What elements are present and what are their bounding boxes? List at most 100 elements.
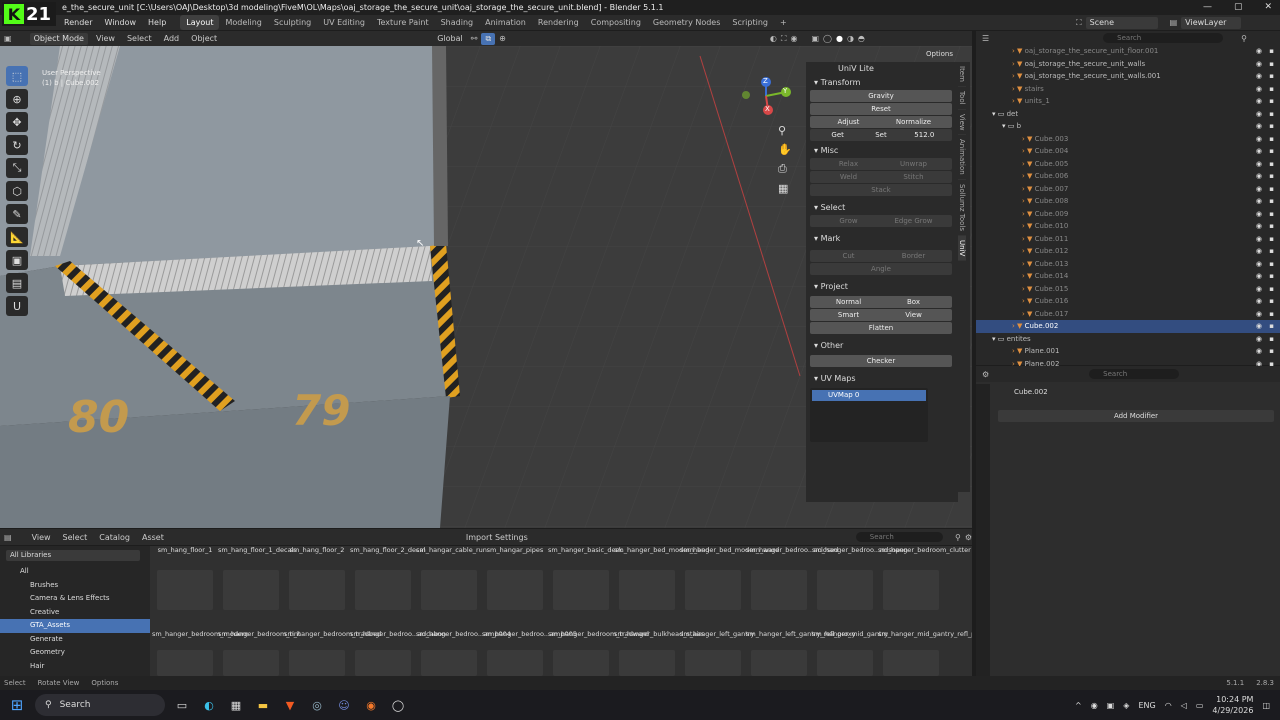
asset-name[interactable]: sm_hanger_bedroo...amp005 xyxy=(482,630,577,638)
render-camera-icon[interactable]: ▪ xyxy=(1269,308,1274,321)
asset-thumbnail[interactable] xyxy=(817,650,873,676)
view-layer-icon[interactable]: ▤ xyxy=(1170,18,1178,27)
outliner-row[interactable]: › ▼ Cube.012 ◉ ▪ xyxy=(976,245,1280,258)
asset-thumbnail[interactable] xyxy=(157,650,213,676)
asset-menu-view[interactable]: View xyxy=(28,533,55,542)
visibility-eye-icon[interactable]: ◉ xyxy=(1256,158,1262,171)
visibility-eye-icon[interactable]: ◉ xyxy=(1256,245,1262,258)
catalog-camera-lens[interactable]: Camera & Lens Effects xyxy=(0,592,150,606)
store-icon[interactable]: ▦ xyxy=(226,695,246,715)
scale-icon[interactable]: ⤡ xyxy=(6,158,28,178)
visibility-eye-icon[interactable]: ◉ xyxy=(1256,70,1262,83)
outliner-row[interactable]: › ▼ stairs ◉ ▪ xyxy=(976,83,1280,96)
grow-button[interactable]: Grow xyxy=(816,217,881,225)
render-camera-icon[interactable]: ▪ xyxy=(1269,45,1274,58)
battery-icon[interactable]: ▭ xyxy=(1196,701,1204,710)
visibility-eye-icon[interactable]: ◉ xyxy=(1256,83,1262,96)
workspace-tab-compositing[interactable]: Compositing xyxy=(585,15,647,30)
object-name-field[interactable]: Cube.002 xyxy=(1014,388,1048,396)
properties-editor-icon[interactable]: ⚙ xyxy=(982,370,989,379)
properties-search[interactable]: Search xyxy=(1089,369,1180,379)
visibility-eye-icon[interactable]: ◉ xyxy=(1256,270,1262,283)
asset-thumbnail[interactable] xyxy=(817,570,873,610)
render-camera-icon[interactable]: ▪ xyxy=(1269,270,1274,283)
render-camera-icon[interactable]: ▪ xyxy=(1269,170,1274,183)
asset-editor-icon[interactable]: ▤ xyxy=(4,533,12,542)
reset-button[interactable]: Reset xyxy=(810,103,952,115)
render-camera-icon[interactable]: ▪ xyxy=(1269,233,1274,246)
tab-view[interactable]: View xyxy=(958,110,966,136)
menu-add[interactable]: Add xyxy=(160,34,184,43)
render-camera-icon[interactable]: ▪ xyxy=(1269,208,1274,221)
asset-name[interactable]: sm_hanger_bedroo...ndsopen xyxy=(812,546,908,554)
visibility-eye-icon[interactable]: ◉ xyxy=(1256,45,1262,58)
visibility-eye-icon[interactable]: ◉ xyxy=(1256,320,1262,333)
proportional-icon[interactable]: ⊕ xyxy=(499,34,506,43)
visibility-eye-icon[interactable]: ◉ xyxy=(1256,58,1262,71)
shading-wire-icon[interactable]: ◯ xyxy=(823,34,832,43)
asset-name[interactable]: sm_hanger_bedroom_tradbed xyxy=(284,630,381,638)
weld-button[interactable]: Weld xyxy=(816,173,881,181)
clock[interactable]: 10:24 PM 4/29/2026 xyxy=(1212,694,1253,716)
steam-icon[interactable]: ◎ xyxy=(307,695,327,715)
relax-button[interactable]: Relax xyxy=(816,160,881,168)
edge-icon[interactable]: ◐ xyxy=(199,695,219,715)
menu-select[interactable]: Select xyxy=(123,34,156,43)
annotate-icon[interactable]: ✎ xyxy=(6,204,28,224)
workspace-tab-shading[interactable]: Shading xyxy=(435,15,480,30)
workspace-tab-texture-paint[interactable]: Texture Paint xyxy=(371,15,435,30)
uv-map-item[interactable]: UVMap 0 xyxy=(812,390,926,401)
render-camera-icon[interactable]: ▪ xyxy=(1269,108,1274,121)
asset-thumbnail[interactable] xyxy=(883,570,939,610)
tab-tool[interactable]: Tool xyxy=(958,87,966,110)
render-camera-icon[interactable]: ▪ xyxy=(1269,95,1274,108)
workspace-tab-animation[interactable]: Animation xyxy=(479,15,532,30)
cursor-icon[interactable]: ⊕ xyxy=(6,89,28,109)
library-selector[interactable]: All Libraries xyxy=(6,550,140,561)
rotate-icon[interactable]: ↻ xyxy=(6,135,28,155)
catalog-geometry[interactable]: Geometry xyxy=(0,646,150,660)
add-workspace-button[interactable]: + xyxy=(774,15,793,30)
xray-icon[interactable]: ▣ xyxy=(811,34,819,43)
outliner-row[interactable]: › ▼ Cube.002 ◉ ▪ xyxy=(976,320,1280,333)
adjust-button[interactable]: Adjust xyxy=(816,118,881,126)
section-misc[interactable]: ▾ Misc xyxy=(806,144,958,158)
tray-gpu-icon[interactable]: ▣ xyxy=(1107,701,1115,710)
visibility-eye-icon[interactable]: ◉ xyxy=(1256,283,1262,296)
outliner-row[interactable]: › ▼ Cube.017 ◉ ▪ xyxy=(976,308,1280,321)
discord-icon[interactable]: ☺ xyxy=(334,695,354,715)
asset-name[interactable]: sm_hanger_bedroo...adcabon xyxy=(350,630,446,638)
render-camera-icon[interactable]: ▪ xyxy=(1269,333,1274,346)
snap-icon[interactable]: ⚯ xyxy=(471,34,478,43)
options-button[interactable]: Options xyxy=(926,50,953,58)
section-other[interactable]: ▾ Other xyxy=(806,339,958,353)
outliner-row[interactable]: › ▼ Cube.009 ◉ ▪ xyxy=(976,208,1280,221)
snap-toggle[interactable]: ⧉ xyxy=(481,32,496,45)
tray-lang[interactable]: ENG xyxy=(1138,701,1155,710)
add-modifier-button[interactable]: Add Modifier xyxy=(998,410,1274,422)
scene-icon[interactable]: ⛶ xyxy=(1076,18,1082,28)
render-camera-icon[interactable]: ▪ xyxy=(1269,258,1274,271)
asset-name[interactable]: sm_hang_floor_2_decal xyxy=(350,546,425,554)
visibility-eye-icon[interactable]: ◉ xyxy=(1256,133,1262,146)
maximize-icon[interactable]: ▢ xyxy=(1234,0,1243,15)
pan-hand-icon[interactable]: ✋ xyxy=(778,143,792,156)
asset-name[interactable]: sm_hanger_bedroom_tint xyxy=(218,630,301,638)
tray-app-icon[interactable]: ◉ xyxy=(1091,701,1098,710)
visibility-eye-icon[interactable]: ◉ xyxy=(1256,120,1262,133)
edge-grow-button[interactable]: Edge Grow xyxy=(881,217,946,225)
obs-icon[interactable]: ◯ xyxy=(388,695,408,715)
gizmo-toggle-icon[interactable]: ⛶ xyxy=(781,34,787,44)
visibility-eye-icon[interactable]: ◉ xyxy=(1256,95,1262,108)
sollumz-icon[interactable]: ▤ xyxy=(6,273,28,293)
render-camera-icon[interactable]: ▪ xyxy=(1269,245,1274,258)
outliner-row[interactable]: › ▼ units_1 ◉ ▪ xyxy=(976,95,1280,108)
texel-value-field[interactable]: 512.0 xyxy=(903,131,946,139)
properties-tab-column[interactable] xyxy=(976,384,990,676)
section-mark[interactable]: ▾ Mark xyxy=(806,232,958,246)
asset-name[interactable]: sm_hanger_bedroom_tradward xyxy=(548,630,649,638)
catalog-all[interactable]: All xyxy=(0,565,150,579)
catalog-creative[interactable]: Creative xyxy=(0,606,150,620)
asset-name[interactable]: sm_hang_floor_1_decals xyxy=(218,546,297,554)
asset-thumbnail[interactable] xyxy=(487,650,543,676)
